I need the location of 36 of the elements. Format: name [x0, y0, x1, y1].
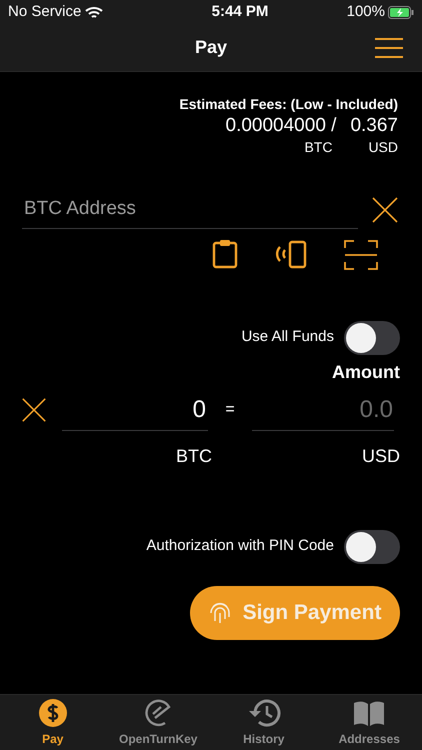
carrier-text: No Service: [8, 2, 82, 22]
clock-text: 5:44 PM: [212, 2, 268, 22]
wifi-icon: [85, 6, 104, 18]
history-icon: [246, 698, 281, 728]
dollar-icon: [38, 698, 68, 728]
close-icon[interactable]: [370, 194, 400, 225]
close-icon[interactable]: [20, 396, 48, 424]
tab-bar-item[interactable]: Pay: [0, 695, 106, 750]
toggle-switch[interactable]: [344, 530, 400, 564]
tab-bar-item[interactable]: OpenTurnKey: [106, 695, 211, 750]
book-icon: [353, 700, 386, 728]
address-field[interactable]: BTC Address: [22, 191, 358, 228]
menu-icon[interactable]: [374, 37, 404, 59]
usd-amount-unit: USD: [362, 444, 400, 468]
btc-amount-field[interactable]: 0: [62, 390, 208, 430]
usd-amount-field[interactable]: 0.0: [252, 390, 394, 430]
fee-usd-value: 0.367: [350, 115, 398, 137]
amount-label: Amount: [332, 360, 400, 384]
scan-icon[interactable]: [344, 238, 378, 270]
btc-amount-unit: BTC: [176, 444, 212, 468]
equals-sign: =: [224, 400, 236, 420]
fingerprint-icon: [208, 600, 231, 624]
use-all-funds-label: Use All Funds: [241, 327, 334, 348]
clipboard-icon[interactable]: [212, 238, 238, 268]
page-title: Pay: [194, 36, 228, 59]
battery-charging-icon: [388, 6, 414, 18]
nfc-phone-icon[interactable]: [274, 238, 308, 268]
fees-title: Estimated Fees: (Low - Included): [179, 95, 398, 114]
pin-auth-label: Authorization with PIN Code: [146, 536, 334, 556]
btc-unit-label: BTC: [304, 138, 332, 157]
battery-text: 100%: [346, 2, 385, 22]
fee-btc-value: 0.00004000 /: [226, 115, 336, 137]
toggle-switch[interactable]: [344, 320, 400, 354]
tab-bar-item[interactable]: History: [211, 695, 316, 750]
tab-bar-item[interactable]: Addresses: [316, 695, 422, 750]
usd-unit-label: USD: [368, 138, 398, 157]
